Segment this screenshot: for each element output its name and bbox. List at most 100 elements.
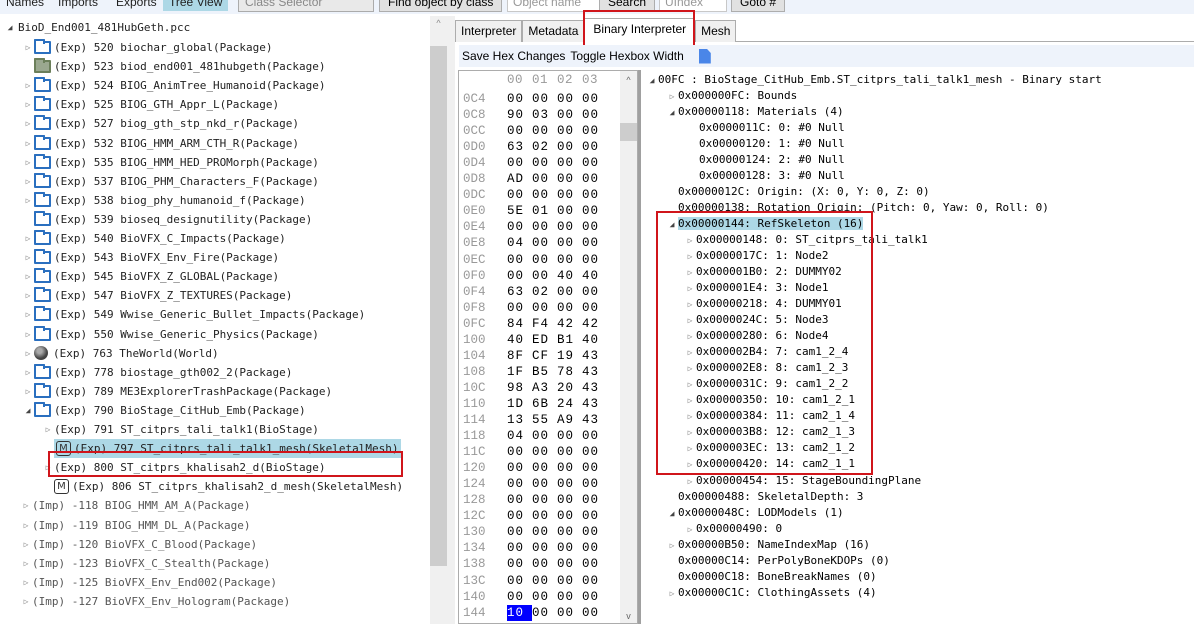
hex-byte[interactable]: 43 bbox=[582, 348, 607, 364]
expand-arrow-icon[interactable]: ▷ bbox=[22, 134, 34, 153]
tree-item[interactable]: ▷ (Exp) 547 BioVFX_Z_TEXTURES(Package) bbox=[22, 286, 292, 305]
hex-byte[interactable]: 00 bbox=[582, 524, 607, 540]
hex-byte[interactable]: 40 bbox=[582, 268, 607, 284]
hex-byte[interactable]: 00 bbox=[532, 573, 557, 589]
hex-byte[interactable]: 00 bbox=[582, 605, 607, 621]
tree-item[interactable]: ▷ (Exp) 527 biog_gth_stp_nkd_r(Package) bbox=[22, 114, 299, 133]
tab-mesh[interactable]: Mesh bbox=[695, 20, 737, 42]
hex-byte[interactable]: 00 bbox=[557, 252, 582, 268]
expand-arrow-icon[interactable]: ▷ bbox=[20, 592, 32, 611]
expand-arrow-icon[interactable]: ▷ bbox=[22, 344, 34, 363]
hex-byte[interactable]: 00 bbox=[507, 524, 532, 540]
binary-tree-item[interactable]: 0x00000124: 2: #0 Null bbox=[687, 152, 845, 168]
scroll-down-icon[interactable]: v bbox=[620, 611, 637, 621]
hex-byte[interactable]: 02 bbox=[532, 139, 557, 155]
hex-byte[interactable]: 00 bbox=[557, 540, 582, 556]
collapse-arrow-icon[interactable]: ◢ bbox=[666, 506, 678, 522]
hex-byte[interactable]: 43 bbox=[582, 396, 607, 412]
hex-byte[interactable]: 98 bbox=[507, 380, 532, 396]
expand-arrow-icon[interactable]: ▷ bbox=[22, 248, 34, 267]
hex-byte[interactable]: 24 bbox=[557, 396, 582, 412]
expand-arrow-icon[interactable]: ▷ bbox=[22, 191, 34, 210]
hex-scrollbar[interactable]: ^ v bbox=[620, 71, 637, 623]
hex-byte[interactable]: 00 bbox=[532, 460, 557, 476]
collapse-arrow-icon[interactable]: ◢ bbox=[22, 401, 34, 420]
hex-byte[interactable]: 55 bbox=[532, 412, 557, 428]
binary-tree-item[interactable]: 0x00000128: 3: #0 Null bbox=[687, 168, 845, 184]
expand-arrow-icon[interactable]: ▷ bbox=[22, 38, 34, 57]
hex-byte[interactable]: 00 bbox=[582, 428, 607, 444]
binary-tree-item[interactable]: 0x0000012C: Origin: (X: 0, Y: 0, Z: 0) bbox=[666, 184, 930, 200]
hex-byte[interactable]: 04 bbox=[507, 235, 532, 251]
collapse-arrow-icon[interactable]: ◢ bbox=[646, 73, 658, 89]
expand-arrow-icon[interactable]: ▷ bbox=[684, 474, 696, 490]
hex-byte[interactable]: 13 bbox=[507, 412, 532, 428]
hex-byte[interactable]: 00 bbox=[582, 300, 607, 316]
hex-byte[interactable]: 00 bbox=[507, 460, 532, 476]
hex-byte[interactable]: 00 bbox=[507, 556, 532, 572]
expand-arrow-icon[interactable]: ◢ bbox=[4, 18, 16, 37]
hex-byte[interactable]: 00 bbox=[532, 252, 557, 268]
hex-byte[interactable]: 00 bbox=[557, 139, 582, 155]
tab-imports[interactable]: Imports bbox=[52, 0, 104, 11]
hex-byte[interactable]: 00 bbox=[532, 476, 557, 492]
hex-byte[interactable]: 00 bbox=[557, 171, 582, 187]
tab-exports[interactable]: Exports bbox=[110, 0, 163, 11]
binary-tree-item[interactable]: ◢ 0x0000048C: LODModels (1) bbox=[666, 505, 844, 521]
hex-box[interactable]: 00 01 02 03 0C4 00 00 00 00 0C8 90 03 00 00 0CC 00 00 00… bbox=[458, 70, 638, 624]
scroll-thumb[interactable] bbox=[430, 46, 447, 566]
expand-arrow-icon[interactable]: ▷ bbox=[22, 363, 34, 382]
hex-byte[interactable]: 00 bbox=[582, 219, 607, 235]
hex-byte[interactable]: 00 bbox=[532, 235, 557, 251]
tree-item[interactable]: ▷ (Exp) 532 BIOG_HMM_ARM_CTH_R(Package) bbox=[22, 134, 299, 153]
hex-byte[interactable]: 00 bbox=[557, 556, 582, 572]
hex-byte[interactable]: 00 bbox=[582, 284, 607, 300]
expand-arrow-icon[interactable]: ▷ bbox=[20, 516, 32, 535]
hex-byte[interactable]: 00 bbox=[582, 476, 607, 492]
hex-byte[interactable]: 00 bbox=[507, 91, 532, 107]
hex-byte[interactable]: 00 bbox=[557, 573, 582, 589]
hex-byte[interactable]: 00 bbox=[557, 605, 582, 621]
binary-tree-item[interactable]: ▷ 0x000000FC: Bounds bbox=[666, 88, 798, 104]
hex-byte[interactable]: 90 bbox=[507, 107, 532, 123]
hex-byte[interactable]: 40 bbox=[582, 332, 607, 348]
hex-byte[interactable]: 00 bbox=[532, 123, 557, 139]
hex-byte[interactable]: 00 bbox=[582, 573, 607, 589]
hex-byte[interactable]: 00 bbox=[532, 508, 557, 524]
hex-byte[interactable]: 00 bbox=[507, 268, 532, 284]
tree-item[interactable]: ▷ (Exp) 778 biostage_gth002_2(Package) bbox=[22, 363, 292, 382]
hex-byte[interactable]: 00 bbox=[582, 460, 607, 476]
hex-byte[interactable]: 40 bbox=[507, 332, 532, 348]
package-tree[interactable]: ◢ BioD_End001_481HubGeth.pcc ▷ (Exp) 520 … bbox=[0, 16, 430, 624]
hex-byte[interactable]: 00 bbox=[557, 428, 582, 444]
tree-item[interactable]: ▷ (Imp) -118 BIOG_HMM_AM_A(Package) bbox=[20, 496, 251, 515]
hex-byte[interactable]: CF bbox=[532, 348, 557, 364]
hex-byte[interactable]: 00 bbox=[507, 155, 532, 171]
hex-byte[interactable]: 00 bbox=[557, 219, 582, 235]
expand-arrow-icon[interactable]: ▷ bbox=[666, 538, 678, 554]
tree-item[interactable]: ▷ (Exp) 520 biochar_global(Package) bbox=[22, 38, 273, 57]
hex-byte[interactable]: 00 bbox=[557, 235, 582, 251]
hex-byte[interactable]: 00 bbox=[532, 300, 557, 316]
hex-byte[interactable]: 5E bbox=[507, 203, 532, 219]
tree-item[interactable]: ▷ (Exp) 543 BioVFX_Env_Fire(Package) bbox=[22, 248, 279, 267]
hex-byte[interactable]: AD bbox=[507, 171, 532, 187]
tree-item[interactable]: ▷ (Imp) -123 BioVFX_C_Stealth(Package) bbox=[20, 554, 271, 573]
hex-byte[interactable]: 1F bbox=[507, 364, 532, 380]
expand-arrow-icon[interactable]: ▷ bbox=[22, 114, 34, 133]
hex-byte[interactable]: 00 bbox=[557, 589, 582, 605]
expand-arrow-icon[interactable]: ▷ bbox=[22, 95, 34, 114]
expand-arrow-icon[interactable]: ▷ bbox=[684, 522, 696, 538]
hex-byte[interactable]: 00 bbox=[532, 187, 557, 203]
hex-byte[interactable]: 00 bbox=[532, 219, 557, 235]
hex-byte[interactable]: 00 bbox=[582, 171, 607, 187]
tree-item[interactable]: ▷ (Exp) 549 Wwise_Generic_Bullet_Impacts(… bbox=[22, 305, 365, 324]
expand-arrow-icon[interactable]: ▷ bbox=[42, 420, 54, 439]
binary-tree-item[interactable]: 0x00000488: SkeletalDepth: 3 bbox=[666, 489, 863, 505]
hex-byte[interactable]: 00 bbox=[532, 556, 557, 572]
hex-byte[interactable]: 43 bbox=[582, 380, 607, 396]
tree-item[interactable]: ▷ (Exp) 525 BIOG_GTH_Appr_L(Package) bbox=[22, 95, 279, 114]
hex-byte[interactable]: A9 bbox=[557, 412, 582, 428]
hex-byte[interactable]: 03 bbox=[532, 107, 557, 123]
hex-byte[interactable]: 63 bbox=[507, 284, 532, 300]
